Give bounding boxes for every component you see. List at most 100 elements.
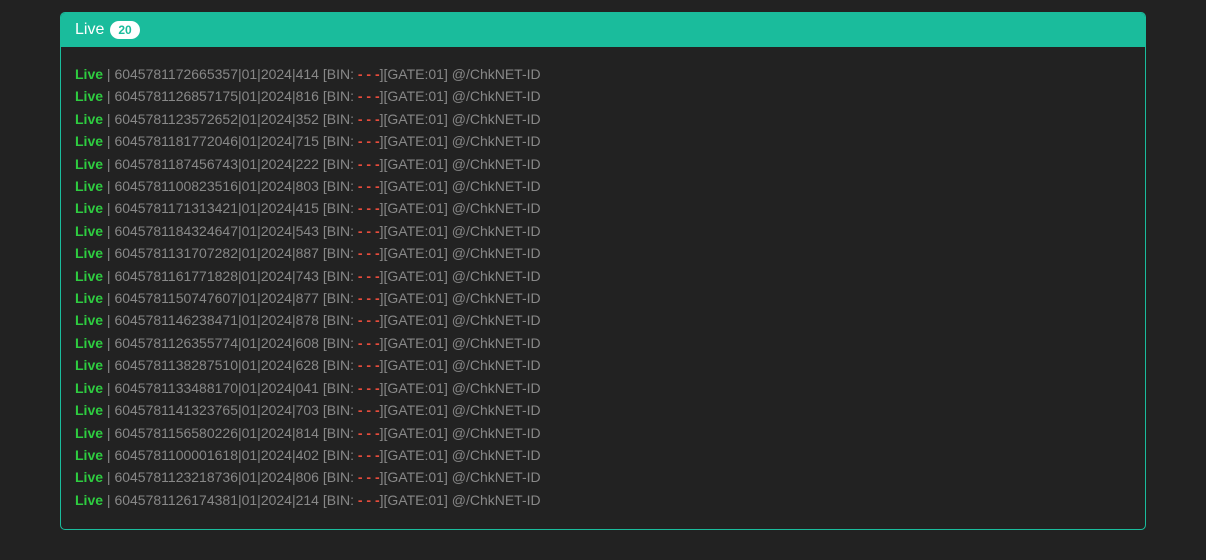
status-tag: Live [75,402,103,418]
separator: | [103,133,114,149]
suffix: ][GATE:01] @/ChkNET-ID [380,111,541,127]
status-tag: Live [75,357,103,373]
status-tag: Live [75,312,103,328]
log-line: Live | 6045781126355774|01|2024|608 [BIN… [75,332,1131,354]
status-tag: Live [75,447,103,463]
suffix: ][GATE:01] @/ChkNET-ID [380,447,541,463]
card-data: 6045781161771828|01|2024|743 [114,268,319,284]
log-line: Live | 6045781146238471|01|2024|878 [BIN… [75,309,1131,331]
status-tag: Live [75,178,103,194]
bin-prefix: [BIN: [323,66,358,82]
bin-value: - - - [358,111,380,127]
suffix: ][GATE:01] @/ChkNET-ID [380,133,541,149]
suffix: ][GATE:01] @/ChkNET-ID [380,88,541,104]
bin-value: - - - [358,88,380,104]
bin-value: - - - [358,66,380,82]
card-data: 6045781184324647|01|2024|543 [114,223,319,239]
bin-prefix: [BIN: [323,156,358,172]
status-tag: Live [75,200,103,216]
bin-prefix: [BIN: [323,335,358,351]
log-line: Live | 6045781123218736|01|2024|806 [BIN… [75,466,1131,488]
log-line: Live | 6045781187456743|01|2024|222 [BIN… [75,153,1131,175]
card-data: 6045781131707282|01|2024|887 [114,245,319,261]
bin-prefix: [BIN: [323,447,358,463]
bin-prefix: [BIN: [323,111,358,127]
bin-value: - - - [358,402,380,418]
bin-value: - - - [358,380,380,396]
separator: | [103,492,114,508]
suffix: ][GATE:01] @/ChkNET-ID [380,268,541,284]
bin-prefix: [BIN: [323,402,358,418]
card-data: 6045781141323765|01|2024|703 [114,402,319,418]
bin-prefix: [BIN: [323,492,358,508]
suffix: ][GATE:01] @/ChkNET-ID [380,245,541,261]
card-data: 6045781146238471|01|2024|878 [114,312,319,328]
card-data: 6045781126174381|01|2024|214 [114,492,319,508]
bin-prefix: [BIN: [323,200,358,216]
bin-value: - - - [358,245,380,261]
bin-prefix: [BIN: [323,178,358,194]
status-tag: Live [75,268,103,284]
log-line: Live | 6045781138287510|01|2024|628 [BIN… [75,354,1131,376]
log-line: Live | 6045781123572652|01|2024|352 [BIN… [75,108,1131,130]
separator: | [103,425,114,441]
card-data: 6045781138287510|01|2024|628 [114,357,319,373]
separator: | [103,200,114,216]
suffix: ][GATE:01] @/ChkNET-ID [380,290,541,306]
bin-value: - - - [358,290,380,306]
log-line: Live | 6045781100823516|01|2024|803 [BIN… [75,175,1131,197]
separator: | [103,357,114,373]
bin-value: - - - [358,178,380,194]
panel-body: Live | 6045781172665357|01|2024|414 [BIN… [61,47,1145,529]
separator: | [103,223,114,239]
status-tag: Live [75,290,103,306]
log-line: Live | 6045781141323765|01|2024|703 [BIN… [75,399,1131,421]
card-data: 6045781100823516|01|2024|803 [114,178,319,194]
card-data: 6045781126355774|01|2024|608 [114,335,319,351]
bin-value: - - - [358,447,380,463]
log-line: Live | 6045781171313421|01|2024|415 [BIN… [75,197,1131,219]
status-tag: Live [75,245,103,261]
log-line: Live | 6045781181772046|01|2024|715 [BIN… [75,130,1131,152]
panel-title: Live [75,21,104,39]
bin-value: - - - [358,133,380,149]
bin-value: - - - [358,200,380,216]
bin-prefix: [BIN: [323,469,358,485]
separator: | [103,88,114,104]
separator: | [103,268,114,284]
separator: | [103,380,114,396]
separator: | [103,335,114,351]
status-tag: Live [75,88,103,104]
card-data: 6045781181772046|01|2024|715 [114,133,319,149]
suffix: ][GATE:01] @/ChkNET-ID [380,223,541,239]
separator: | [103,245,114,261]
separator: | [103,312,114,328]
log-line: Live | 6045781126174381|01|2024|214 [BIN… [75,489,1131,511]
card-data: 6045781150747607|01|2024|877 [114,290,319,306]
separator: | [103,156,114,172]
suffix: ][GATE:01] @/ChkNET-ID [380,469,541,485]
card-data: 6045781123572652|01|2024|352 [114,111,319,127]
bin-prefix: [BIN: [323,290,358,306]
card-data: 6045781100001618|01|2024|402 [114,447,319,463]
card-data: 6045781172665357|01|2024|414 [114,66,319,82]
separator: | [103,290,114,306]
bin-prefix: [BIN: [323,380,358,396]
separator: | [103,402,114,418]
log-line: Live | 6045781156580226|01|2024|814 [BIN… [75,422,1131,444]
card-data: 6045781171313421|01|2024|415 [114,200,319,216]
log-line: Live | 6045781184324647|01|2024|543 [BIN… [75,220,1131,242]
separator: | [103,469,114,485]
bin-prefix: [BIN: [323,245,358,261]
status-tag: Live [75,492,103,508]
suffix: ][GATE:01] @/ChkNET-ID [380,380,541,396]
status-tag: Live [75,380,103,396]
suffix: ][GATE:01] @/ChkNET-ID [380,402,541,418]
bin-prefix: [BIN: [323,223,358,239]
card-data: 6045781187456743|01|2024|222 [114,156,319,172]
suffix: ][GATE:01] @/ChkNET-ID [380,200,541,216]
bin-value: - - - [358,312,380,328]
log-line: Live | 6045781161771828|01|2024|743 [BIN… [75,265,1131,287]
status-tag: Live [75,156,103,172]
bin-prefix: [BIN: [323,425,358,441]
